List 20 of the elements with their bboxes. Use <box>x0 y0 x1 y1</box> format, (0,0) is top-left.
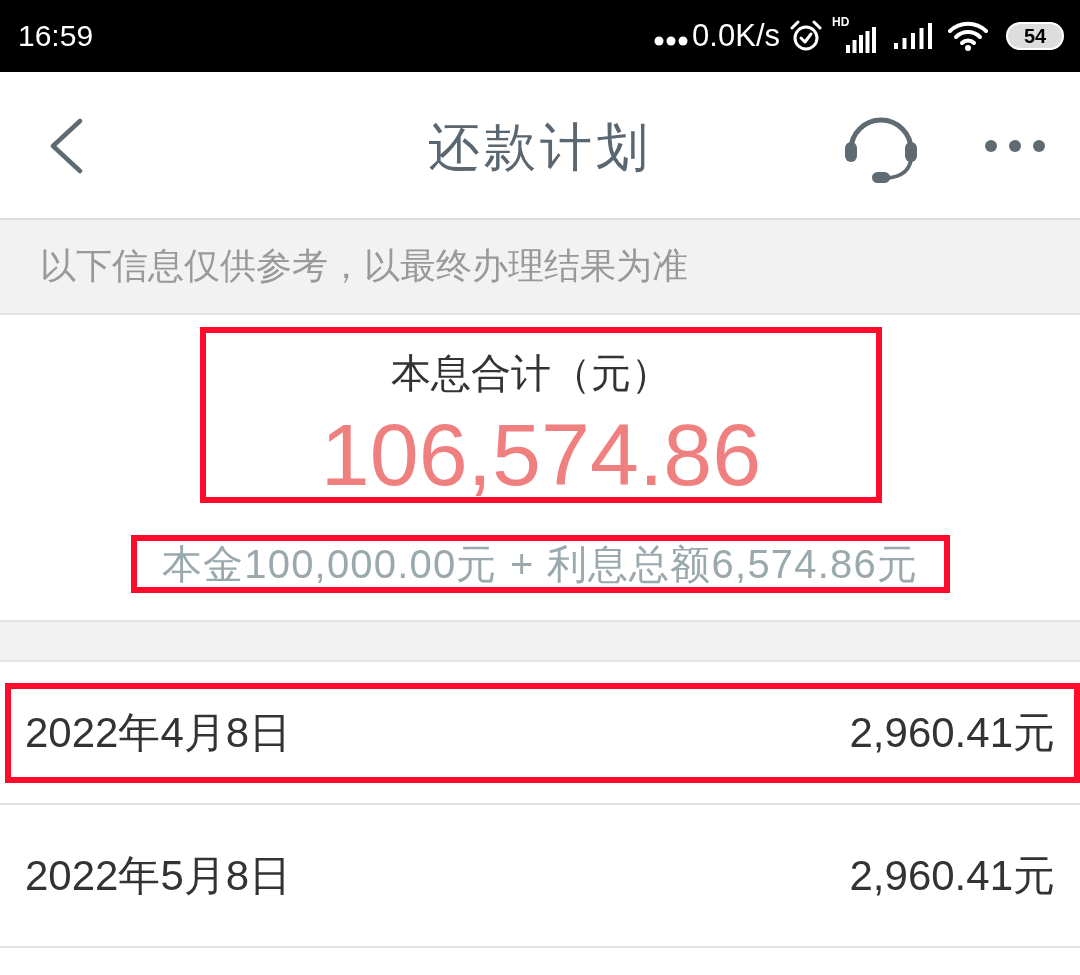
clock-time: 16:59 <box>18 19 94 53</box>
network-speed: 0.0K/s <box>692 18 780 54</box>
principal-interest-breakdown: 本金100,000.00元 + 利息总额6,574.86元 <box>161 540 919 588</box>
signal-icon <box>894 23 932 49</box>
total-label: 本息合计（元） <box>391 350 671 397</box>
battery-indicator: 54 <box>1006 22 1064 50</box>
total-amount: 106,574.86 <box>320 409 762 501</box>
due-date: 2022年5月8日 <box>25 850 292 901</box>
page-title: 还款计划 <box>428 117 652 178</box>
signal-icon <box>846 27 876 53</box>
wifi-icon <box>948 21 988 51</box>
back-icon <box>49 118 83 174</box>
notice-text: 以下信息仅供参考，以最终办理结果为准 <box>40 244 688 288</box>
installment-amount: 2,960.41元 <box>849 707 1055 758</box>
notification-dots-icon <box>654 36 689 46</box>
installment-amount: 2,960.41元 <box>849 850 1055 901</box>
network-type-label: HD <box>832 15 850 29</box>
due-date: 2022年4月8日 <box>25 707 292 758</box>
alarm-clock-icon <box>790 20 822 52</box>
more-icon <box>984 139 1046 153</box>
